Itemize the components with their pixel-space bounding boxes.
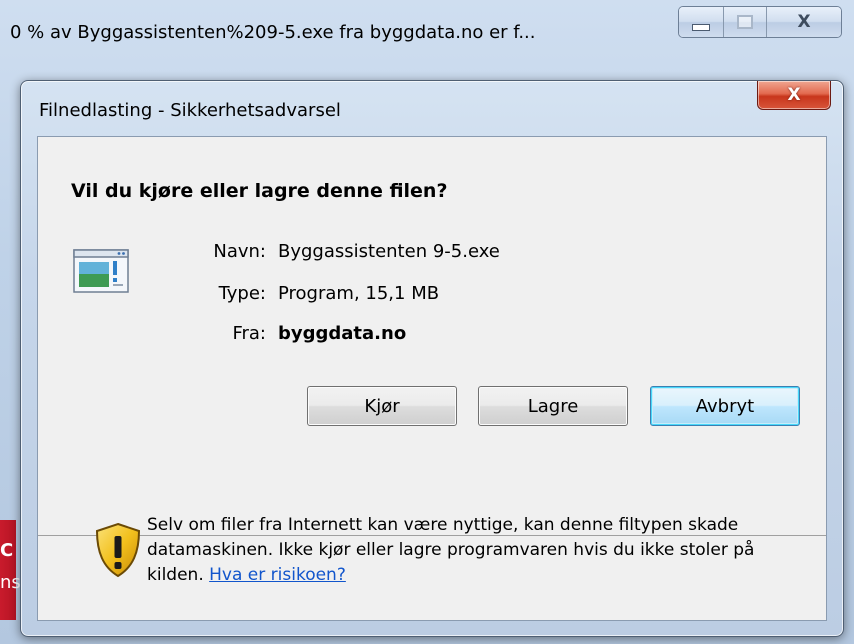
save-button[interactable]: Lagre — [478, 386, 628, 426]
file-type-value: Program, 15,1 MB — [278, 283, 440, 304]
run-or-save-question: Vil du kjøre eller lagre denne filen? — [71, 180, 448, 202]
cancel-button[interactable]: Avbryt — [650, 386, 800, 426]
file-source-row: Fra: byggdata.no — [158, 323, 406, 344]
run-button[interactable]: Kjør — [307, 386, 457, 426]
close-icon: X — [787, 85, 801, 105]
background-app-sliver — [0, 520, 16, 620]
background-app-text-bottom: ns — [0, 572, 21, 593]
warning-message: Selv om filer fra Internett kan være nyt… — [147, 513, 797, 588]
progress-window-caption-buttons: X — [678, 6, 842, 38]
file-type-label: Type: — [218, 283, 266, 304]
risk-info-link[interactable]: Hva er risikoen? — [209, 565, 346, 585]
security-warning-dialog: Filnedlasting - Sikkerhetsadvarsel X Vil… — [20, 80, 844, 637]
close-icon: X — [797, 12, 811, 32]
background-app-text-top: C — [0, 540, 14, 561]
program-file-icon — [73, 249, 129, 293]
file-source-value: byggdata.no — [278, 323, 407, 344]
maximize-button[interactable] — [724, 7, 767, 37]
file-name-row: Navn: Byggassistenten 9-5.exe — [158, 241, 500, 262]
dialog-title: Filnedlasting - Sikkerhetsadvarsel — [39, 100, 341, 121]
maximize-icon — [737, 15, 753, 29]
file-name-value: Byggassistenten 9-5.exe — [278, 241, 500, 262]
dialog-close-button[interactable]: X — [757, 81, 831, 110]
minimize-button[interactable] — [679, 7, 724, 37]
progress-window-title: 0 % av Byggassistenten%209-5.exe fra byg… — [10, 22, 536, 43]
warning-shield-icon — [95, 522, 141, 578]
minimize-icon — [692, 23, 710, 31]
progress-window-titlebar[interactable]: 0 % av Byggassistenten%209-5.exe fra byg… — [0, 0, 854, 70]
progress-window-close-button[interactable]: X — [767, 7, 841, 37]
file-source-label: Fra: — [232, 323, 266, 344]
file-name-label: Navn: — [213, 241, 266, 262]
file-type-row: Type: Program, 15,1 MB — [158, 283, 440, 304]
